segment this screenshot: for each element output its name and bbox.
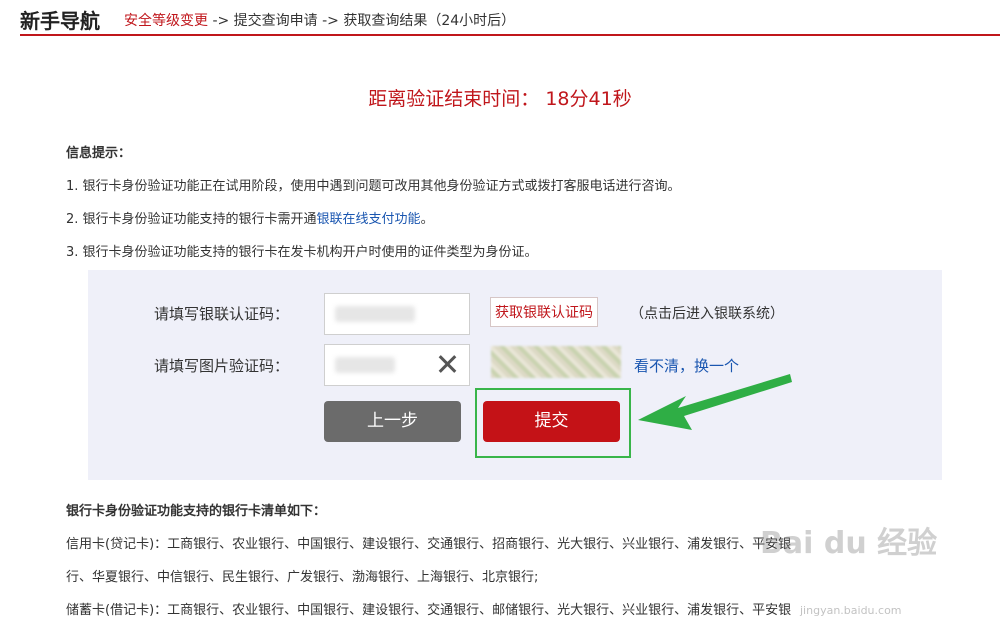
countdown-value: 18分41秒 [545,88,632,110]
highlight-box [475,388,631,458]
unionpay-online-link[interactable]: 银联在线支付功能 [317,212,421,227]
watermark-url: jingyan.baidu.com [800,604,902,617]
get-unionpay-code-button[interactable]: 获取银联认证码 [490,297,598,327]
countdown-timer: 距离验证结束时间： 18分41秒 [0,84,1000,111]
info-line-1: 1. 银行卡身份验证功能正在试用阶段，使用中遇到问题可改用其他身份验证方式或拨打… [66,179,681,194]
unionpay-code-label: 请填写银联认证码： [154,305,290,323]
info-notice: 信息提示： 1. 银行卡身份验证功能正在试用阶段，使用中遇到问题可改用其他身份验… [66,142,966,274]
countdown-label: 距离验证结束时间： [368,88,540,110]
info-line-2-prefix: 2. 银行卡身份验证功能支持的银行卡需开通 [66,212,317,227]
breadcrumb: 安全等级变更 -> 提交查询申请 -> 获取查询结果（24小时后） [124,10,515,30]
masked-value [335,357,395,373]
credit-banks-row-2: 行、华夏银行、中信银行、民生银行、广发银行、渤海银行、上海银行、北京银行; [66,570,539,585]
info-heading: 信息提示： [66,146,132,161]
get-code-hint: （点击后进入银联系统） [630,306,784,322]
info-line-2: 2. 银行卡身份验证功能支持的银行卡需开通银联在线支付功能。 [66,208,966,227]
baidu-watermark-logo: Bai du 经验 [760,526,938,561]
header-divider [20,34,1000,36]
info-line-3: 3. 银行卡身份验证功能支持的银行卡在发卡机构开户时使用的证件类型为身份证。 [66,245,538,260]
info-line-2-suffix: 。 [420,212,434,227]
unionpay-code-input[interactable] [324,293,470,335]
pointer-arrow-icon [638,374,792,430]
captcha-image[interactable] [491,346,621,378]
header: 新手导航 安全等级变更 -> 提交查询申请 -> 获取查询结果（24小时后） [0,0,1000,36]
previous-step-button[interactable]: 上一步 [324,401,461,442]
captcha-input[interactable] [324,344,470,386]
banks-heading: 银行卡身份验证功能支持的银行卡清单如下： [66,504,327,519]
breadcrumb-step-security[interactable]: 安全等级变更 [124,13,208,29]
breadcrumb-rest: -> 提交查询申请 -> 获取查询结果（24小时后） [208,13,516,29]
page-title: 新手导航 [20,9,100,33]
masked-value [335,306,415,322]
captcha-label: 请填写图片验证码： [154,357,290,375]
clear-icon[interactable] [435,352,459,376]
